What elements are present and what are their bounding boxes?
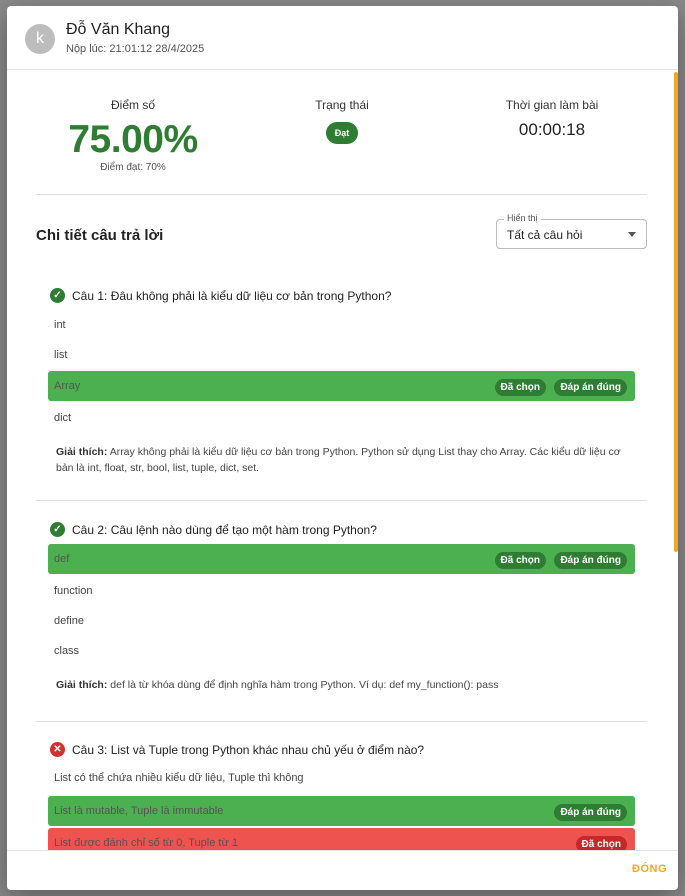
pass-score: Điểm đạt: 70% <box>100 162 166 173</box>
answer-option: list <box>48 340 635 370</box>
answer-option-wrong: List được đánh chỉ số từ 0, Tuple từ 1 Đ… <box>48 828 635 850</box>
question-item: ✕ Câu 3: List và Tuple trong Python khác… <box>36 742 647 850</box>
option-text: List là mutable, Tuple là immutable <box>54 805 224 817</box>
answer-option-correct: List là mutable, Tuple là immutable Đáp … <box>48 796 635 826</box>
cross-circle-icon: ✕ <box>50 742 65 757</box>
option-text: function <box>54 585 93 597</box>
chosen-badge: Đã chọn <box>494 379 546 396</box>
dialog-header: k Đỗ Văn Khang Nộp lúc: 21:01:12 28/4/20… <box>7 6 678 70</box>
explanation-prefix: Giải thích: <box>56 679 108 691</box>
option-text: list <box>54 349 68 361</box>
correct-answer-badge: Đáp án đúng <box>554 804 627 821</box>
answer-option-correct: def Đã chọn Đáp án đúng <box>48 544 635 574</box>
close-button[interactable]: ĐÓNG <box>632 863 667 875</box>
score-block: Điểm số 75.00% Điểm đạt: 70% <box>63 98 203 173</box>
details-title: Chi tiết câu trả lời <box>36 227 164 244</box>
answer-option: dict <box>48 403 635 433</box>
status-badge: Đạt <box>325 122 359 144</box>
explanation: Giải thích: Array không phải là kiểu dữ … <box>56 444 626 476</box>
explanation-prefix: Giải thích: <box>56 446 108 458</box>
submitted-time: Nộp lúc: 21:01:12 28/4/2025 <box>66 43 205 55</box>
dialog-footer: ĐÓNG <box>7 850 678 890</box>
option-text: define <box>54 615 84 627</box>
option-text: class <box>54 645 80 657</box>
score-label: Điểm số <box>110 98 155 112</box>
caret-down-icon <box>628 232 636 237</box>
question-text: Câu 1: Đâu không phải là kiểu dữ liệu cơ… <box>72 289 392 303</box>
question-item: ✓ Câu 2: Câu lệnh nào dùng để tạo một hà… <box>36 522 647 697</box>
filter-label: Hiển thị <box>504 213 541 223</box>
option-text: Array <box>54 380 81 392</box>
divider <box>36 194 647 195</box>
option-text: dict <box>54 412 72 424</box>
time-block: Thời gian làm bài 00:00:18 <box>487 98 617 140</box>
chosen-badge: Đã chọn <box>575 836 627 850</box>
correct-answer-badge: Đáp án đúng <box>554 552 627 569</box>
question-text: Câu 2: Câu lệnh nào dùng để tạo một hàm … <box>72 523 377 537</box>
status-block: Trạng thái Đạt <box>282 98 402 144</box>
explanation: Giải thích: def là từ khóa dùng để định … <box>56 677 626 693</box>
answer-option: int <box>48 310 635 340</box>
answer-option: List có thể chứa nhiều kiểu dữ liệu, Tup… <box>48 763 635 793</box>
answer-option: class <box>48 636 635 666</box>
result-dialog: k Đỗ Văn Khang Nộp lúc: 21:01:12 28/4/20… <box>7 6 678 890</box>
correct-answer-badge: Đáp án đúng <box>554 379 627 396</box>
avatar: k <box>25 24 55 54</box>
option-text: int <box>54 319 66 331</box>
answer-option: define <box>48 606 635 636</box>
time-label: Thời gian làm bài <box>505 98 599 112</box>
option-text: List có thể chứa nhiều kiểu dữ liệu, Tup… <box>54 772 304 784</box>
score-value: 75.00% <box>68 118 198 161</box>
chosen-badge: Đã chọn <box>494 552 546 569</box>
summary-stats: Điểm số 75.00% Điểm đạt: 70% Trạng thái … <box>7 70 678 195</box>
check-circle-icon: ✓ <box>50 522 65 537</box>
dialog-content[interactable]: Điểm số 75.00% Điểm đạt: 70% Trạng thái … <box>7 70 678 850</box>
answer-option: function <box>48 576 635 606</box>
divider <box>36 500 647 501</box>
time-value: 00:00:18 <box>518 120 586 139</box>
display-filter-select[interactable]: Hiển thị Tất cả câu hỏi <box>496 213 647 249</box>
option-text: def <box>54 553 70 565</box>
explanation-text: Array không phải là kiểu dữ liệu cơ bản … <box>56 446 621 474</box>
student-name: Đỗ Văn Khang <box>66 21 171 38</box>
question-text: Câu 3: List và Tuple trong Python khác n… <box>72 743 425 757</box>
divider <box>36 721 647 722</box>
answer-option-correct: Array Đã chọn Đáp án đúng <box>48 371 635 401</box>
question-item: ✓ Câu 1: Đâu không phải là kiểu dữ liệu … <box>36 288 647 478</box>
explanation-text: def là từ khóa dùng để định nghĩa hàm tr… <box>110 679 499 691</box>
filter-value: Tất cả câu hỏi <box>507 228 583 242</box>
option-text: List được đánh chỉ số từ 0, Tuple từ 1 <box>54 837 239 849</box>
check-circle-icon: ✓ <box>50 288 65 303</box>
status-label: Trạng thái <box>315 98 369 112</box>
